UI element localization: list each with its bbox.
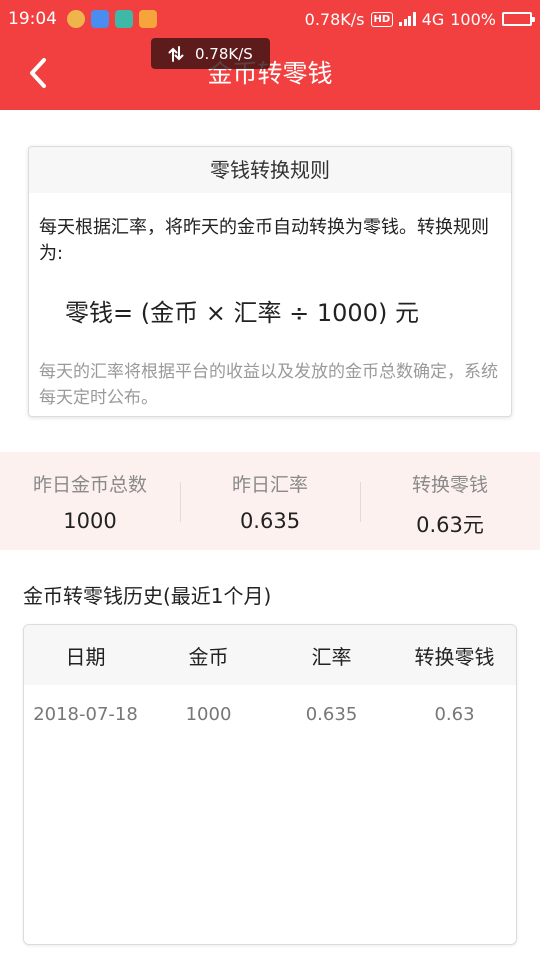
message-app-icon: [91, 10, 109, 28]
rules-description: 每天根据汇率，将昨天的金币自动转换为零钱。转换规则为:: [39, 217, 489, 264]
column-header-change: 转换零钱: [414, 644, 495, 669]
rules-title: 零钱转换规则: [29, 147, 511, 193]
stat-value: 0.635: [239, 509, 301, 533]
column-header-date: 日期: [65, 644, 106, 669]
battery-icon: [502, 12, 535, 26]
network-type: 4G: [421, 9, 445, 29]
stat-label: 昨日汇率: [231, 474, 308, 496]
stat-value: 0.63元: [416, 513, 484, 537]
column-header-rate: 汇率: [311, 644, 352, 669]
stat-yesterday-rate: 昨日汇率 0.635: [180, 452, 360, 550]
stat-value: 1000: [63, 509, 117, 533]
stat-yesterday-coins: 昨日金币总数 1000: [0, 452, 180, 550]
rules-note: 每天的汇率将根据平台的收益以及发放的金币总数确定，系统每天定时公布。: [39, 362, 498, 408]
signal-icon: [399, 12, 416, 26]
app-header: 19:04 0.78K/s HD 4G 100% 金币转零钱: [0, 0, 540, 110]
table-row: 2018-07-18 1000 0.635 0.63: [24, 685, 516, 743]
status-bar-right: 0.78K/s HD 4G 100%: [304, 0, 535, 38]
column-header-coins: 金币: [188, 644, 229, 669]
hd-icon: HD: [370, 11, 394, 27]
table-header: 日期 金币 汇率 转换零钱: [24, 625, 516, 685]
status-bar: 19:04 0.78K/s HD 4G 100%: [0, 0, 540, 38]
orange-app-icon: [139, 10, 157, 28]
rules-card: 零钱转换规则 每天根据汇率，将昨天的金币自动转换为零钱。转换规则为: 每天的汇率…: [28, 146, 512, 417]
scan-app-icon: [115, 10, 133, 28]
cell-date: 2018-07-18: [33, 703, 138, 725]
transfer-arrows-icon: [168, 45, 184, 62]
notification-app-icon: [67, 10, 85, 28]
status-bar-left: 19:04: [8, 0, 157, 38]
cell-change: 0.63: [434, 703, 475, 725]
stat-label: 转换零钱: [411, 474, 488, 496]
status-time: 19:04: [8, 9, 57, 29]
page-title: 金币转零钱: [207, 59, 333, 88]
battery-percent: 100%: [450, 9, 496, 29]
rules-formula: 零钱= (金币 × 汇率 ÷ 1000) 元: [65, 299, 419, 327]
network-speed-toast: 0.78K/S: [151, 38, 270, 69]
toast-speed-text: 0.78K/S: [195, 44, 253, 63]
cell-coins: 1000: [185, 703, 232, 725]
cell-rate: 0.635: [305, 703, 358, 725]
stats-band: 昨日金币总数 1000 昨日汇率 0.635 转换零钱 0.63元: [0, 452, 540, 550]
history-table: 日期 金币 汇率 转换零钱 2018-07-18 1000 0.635 0.63: [23, 624, 517, 945]
network-speed: 0.78K/s: [304, 9, 365, 29]
stat-converted-change: 转换零钱 0.63元: [360, 452, 540, 550]
history-title: 金币转零钱历史(最近1个月): [23, 584, 272, 608]
stat-label: 昨日金币总数: [32, 474, 147, 496]
